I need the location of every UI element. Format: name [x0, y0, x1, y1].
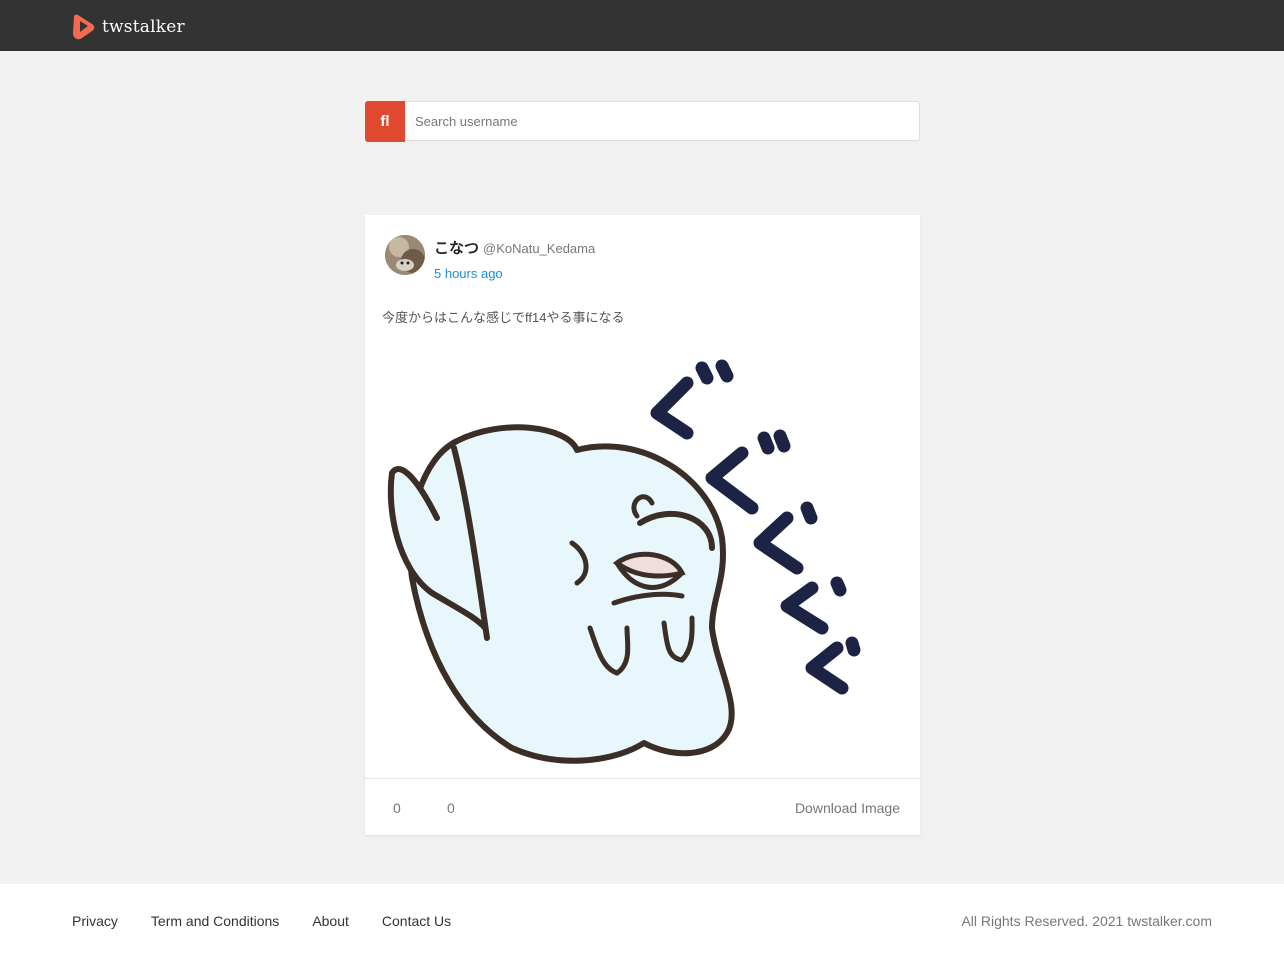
avatar[interactable] — [385, 235, 425, 275]
tweet-card: こなつ @KoNatu_Kedama 5 hours ago 今度からはこんな感… — [365, 215, 920, 835]
reply-count-value: 0 — [393, 800, 401, 816]
footer-link-contact[interactable]: Contact Us — [382, 913, 451, 929]
top-navbar: twstalker — [0, 0, 1284, 51]
retweet-count[interactable]: 0 — [439, 800, 455, 816]
reply-count[interactable]: 0 — [385, 800, 401, 816]
page-footer: Privacy Term and Conditions About Contac… — [0, 884, 1284, 954]
footer-links: Privacy Term and Conditions About Contac… — [72, 913, 484, 929]
twstalker-logo-icon — [73, 14, 95, 40]
retweet-count-value: 0 — [447, 800, 455, 816]
download-image-button[interactable]: Download Image — [786, 800, 900, 816]
search-icon: ﬂ — [380, 113, 390, 130]
tweet-author: こなつ @KoNatu_Kedama — [434, 237, 595, 258]
tweet-timestamp[interactable]: 5 hours ago — [434, 266, 503, 281]
tweet-image[interactable] — [382, 338, 862, 768]
copyright-text: All Rights Reserved. 2021 twstalker.com — [961, 913, 1212, 929]
display-name[interactable]: こなつ — [434, 237, 479, 258]
site-name: twstalker — [102, 17, 185, 37]
footer-link-privacy[interactable]: Privacy — [72, 913, 118, 929]
download-label: Download Image — [794, 800, 900, 816]
tweet-text: 今度からはこんな感じでff14やる事になる — [382, 310, 625, 325]
search-input[interactable] — [405, 101, 920, 141]
search-bar: ﬂ — [365, 101, 920, 142]
footer-link-terms[interactable]: Term and Conditions — [151, 913, 279, 929]
search-button[interactable]: ﬂ — [365, 101, 405, 142]
site-logo[interactable]: twstalker — [72, 14, 185, 40]
username-handle[interactable]: @KoNatu_Kedama — [483, 241, 595, 256]
tweet-actions: 0 0 Download Image — [365, 778, 920, 835]
footer-link-about[interactable]: About — [312, 913, 349, 929]
